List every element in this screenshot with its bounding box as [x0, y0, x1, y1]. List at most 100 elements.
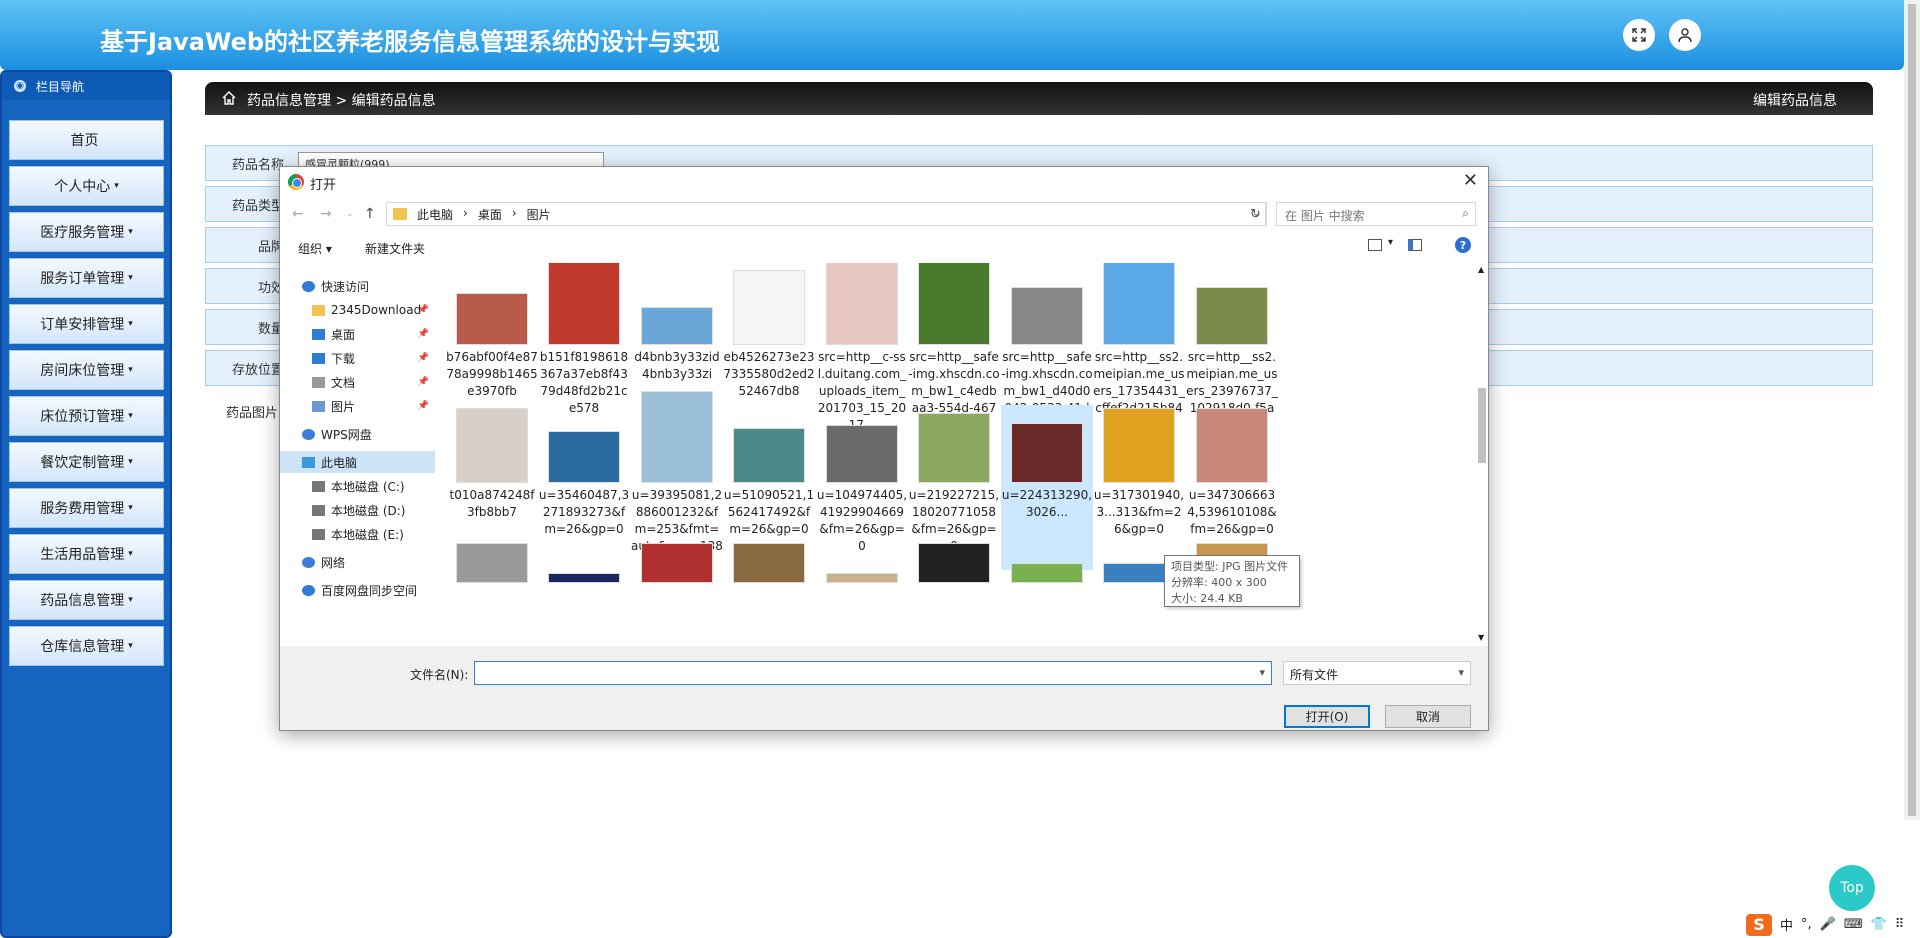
ime-item-icon[interactable]: 中 — [1780, 915, 1793, 934]
view-options-icon[interactable] — [1368, 239, 1382, 251]
image-thumbnail — [733, 543, 805, 583]
sidebar-item-label: 药品信息管理 — [40, 593, 125, 609]
nav-item[interactable]: 本地磁盘 (D:) — [280, 499, 435, 521]
scroll-down-icon[interactable]: ▼ — [1478, 633, 1484, 642]
top-header-bar: 基于JavaWeb的社区养老服务信息管理系统的设计与实现 — [0, 0, 1904, 70]
nav-item-label: 2345Download — [331, 303, 422, 317]
sidebar-item[interactable]: 餐饮定制管理 ▾ — [9, 442, 164, 482]
ime-item-icon[interactable]: ⠿ — [1895, 917, 1905, 932]
nav-item[interactable]: 本地磁盘 (E:) — [280, 523, 435, 545]
file-tile[interactable] — [1001, 543, 1093, 646]
nav-item[interactable]: WPS网盘 — [280, 423, 435, 445]
image-thumbnail — [1196, 408, 1268, 483]
forward-arrow-icon[interactable]: → — [320, 206, 332, 222]
filetype-select[interactable]: 所有文件 — [1283, 661, 1471, 685]
pin-icon: 📌 — [417, 329, 429, 339]
computer-icon — [302, 456, 315, 468]
sidebar-item[interactable]: 首页 — [9, 120, 164, 160]
sidebar-item[interactable]: 生活用品管理 ▾ — [9, 534, 164, 574]
caret-down-icon: ▾ — [128, 319, 133, 329]
breadcrumb: 药品信息管理 > 编辑药品信息 编辑药品信息 — [205, 82, 1873, 115]
sidebar-item[interactable]: 个人中心 ▾ — [9, 166, 164, 206]
form-label: 药品名称 — [231, 157, 284, 173]
network-icon — [302, 556, 315, 568]
dialog-footer: 文件名(N): 所有文件 打开(O) 取消 — [280, 646, 1488, 730]
ime-item-icon[interactable]: 🎤 — [1820, 917, 1836, 932]
filename-input[interactable] — [474, 661, 1272, 685]
ime-item-icon[interactable]: °, — [1801, 917, 1812, 932]
address-bar[interactable]: 此电脑 › 桌面 › 图片 ⌄ — [386, 202, 1266, 226]
nav-item[interactable]: 此电脑 — [280, 451, 435, 473]
nav-item-label: 文档 — [331, 375, 356, 390]
file-tile[interactable] — [816, 543, 908, 646]
search-input[interactable]: 在 图片 中搜索 ⌕ — [1276, 202, 1476, 226]
back-to-top-button[interactable]: Top — [1829, 865, 1875, 911]
sidebar-item[interactable]: 医疗服务管理 ▾ — [9, 212, 164, 252]
nav-item[interactable]: 2345Download 📌 — [280, 299, 435, 321]
file-name: u=51090521,1562417492&fm=26&gp=0 — [723, 488, 815, 536]
scroll-thumb[interactable] — [1478, 388, 1486, 463]
sidebar-item[interactable]: 订单安排管理 ▾ — [9, 304, 164, 344]
cancel-button[interactable]: 取消 — [1385, 705, 1471, 728]
scroll-up-icon[interactable]: ▲ — [1478, 265, 1484, 274]
image-thumbnail — [641, 543, 713, 583]
ime-item-icon[interactable]: 👕 — [1871, 917, 1887, 932]
file-tile[interactable] — [908, 543, 1000, 646]
user-button[interactable] — [1669, 19, 1701, 51]
back-arrow-icon[interactable]: ← — [292, 206, 304, 222]
file-tile[interactable] — [538, 543, 630, 646]
nav-item[interactable]: 桌面 📌 — [280, 323, 435, 345]
baidu-icon — [302, 584, 315, 596]
help-icon[interactable]: ? — [1455, 237, 1471, 253]
pin-icon: 📌 — [417, 377, 429, 387]
file-tile[interactable] — [446, 543, 538, 646]
refresh-icon: ↻ — [1250, 206, 1261, 222]
sidebar-item[interactable]: 房间床位管理 ▾ — [9, 350, 164, 390]
nav-item[interactable]: 本地磁盘 (C:) — [280, 475, 435, 497]
file-grid-scrollbar[interactable]: ▲ ▼ — [1475, 263, 1489, 646]
sidebar-item[interactable]: 仓库信息管理 ▾ — [9, 626, 164, 666]
nav-item-label: 网络 — [321, 555, 346, 570]
breadcrumb-separator: › — [511, 205, 517, 220]
nav-item[interactable]: 文档 📌 — [280, 371, 435, 393]
close-button[interactable]: ✕ — [1463, 170, 1478, 191]
nav-item[interactable]: 网络 — [280, 551, 435, 573]
recent-chevron-icon[interactable]: ⌄ — [346, 209, 354, 219]
address-segment[interactable]: 图片 — [527, 206, 551, 223]
view-chevron-icon[interactable]: ▾ — [1388, 237, 1393, 248]
organize-menu[interactable]: 组织 ▾ — [298, 240, 332, 257]
sidebar-item[interactable]: 服务订单管理 ▾ — [9, 258, 164, 298]
image-thumbnail — [733, 270, 805, 345]
ime-item-icon[interactable]: ⌨ — [1844, 917, 1863, 932]
sidebar-item[interactable]: 服务费用管理 ▾ — [9, 488, 164, 528]
nav-item-label: 本地磁盘 (D:) — [331, 503, 406, 518]
file-open-dialog: 打开 ✕ ← → ⌄ ↑ 此电脑 › 桌面 › 图片 ⌄ ↻ 在 图片 中搜索 ⌕ 组织… — [279, 166, 1489, 731]
address-segment[interactable]: 桌面 — [478, 206, 502, 223]
nav-item[interactable]: 图片 📌 — [280, 395, 435, 417]
page-scrollbar[interactable] — [1904, 0, 1920, 820]
sidebar-item[interactable]: 床位预订管理 ▾ — [9, 396, 164, 436]
fullscreen-button[interactable] — [1623, 19, 1655, 51]
nav-item[interactable]: 百度网盘同步空间 — [280, 579, 435, 601]
sidebar-item-label: 仓库信息管理 — [40, 639, 125, 655]
sidebar-item[interactable]: 药品信息管理 ▾ — [9, 580, 164, 620]
image-thumbnail — [456, 293, 528, 345]
home-icon[interactable] — [221, 90, 237, 110]
file-tile[interactable] — [723, 543, 815, 646]
nav-item[interactable]: 下载 📌 — [280, 347, 435, 369]
caret-down-icon: ▾ — [128, 365, 133, 375]
preview-pane-icon[interactable] — [1408, 239, 1422, 251]
app-title: 基于JavaWeb的社区养老服务信息管理系统的设计与实现 — [100, 28, 721, 56]
folder-icon — [312, 304, 325, 316]
ime-toolbar: S 中 °, 🎤 ⌨ 👕 ⠿ — [1746, 911, 1920, 938]
open-button[interactable]: 打开(O) — [1284, 705, 1370, 728]
refresh-button[interactable]: ↻ — [1245, 202, 1267, 226]
pin-icon: 📌 — [417, 353, 429, 363]
nav-item[interactable]: 快速访问 — [280, 275, 435, 297]
tooltip-type: 项目类型: JPG 图片文件 — [1171, 560, 1289, 573]
page-scroll-thumb[interactable] — [1908, 4, 1916, 816]
address-segment[interactable]: 此电脑 — [417, 206, 453, 223]
up-arrow-icon[interactable]: ↑ — [364, 206, 376, 222]
new-folder-button[interactable]: 新建文件夹 — [365, 240, 425, 257]
file-tile[interactable] — [631, 543, 723, 646]
